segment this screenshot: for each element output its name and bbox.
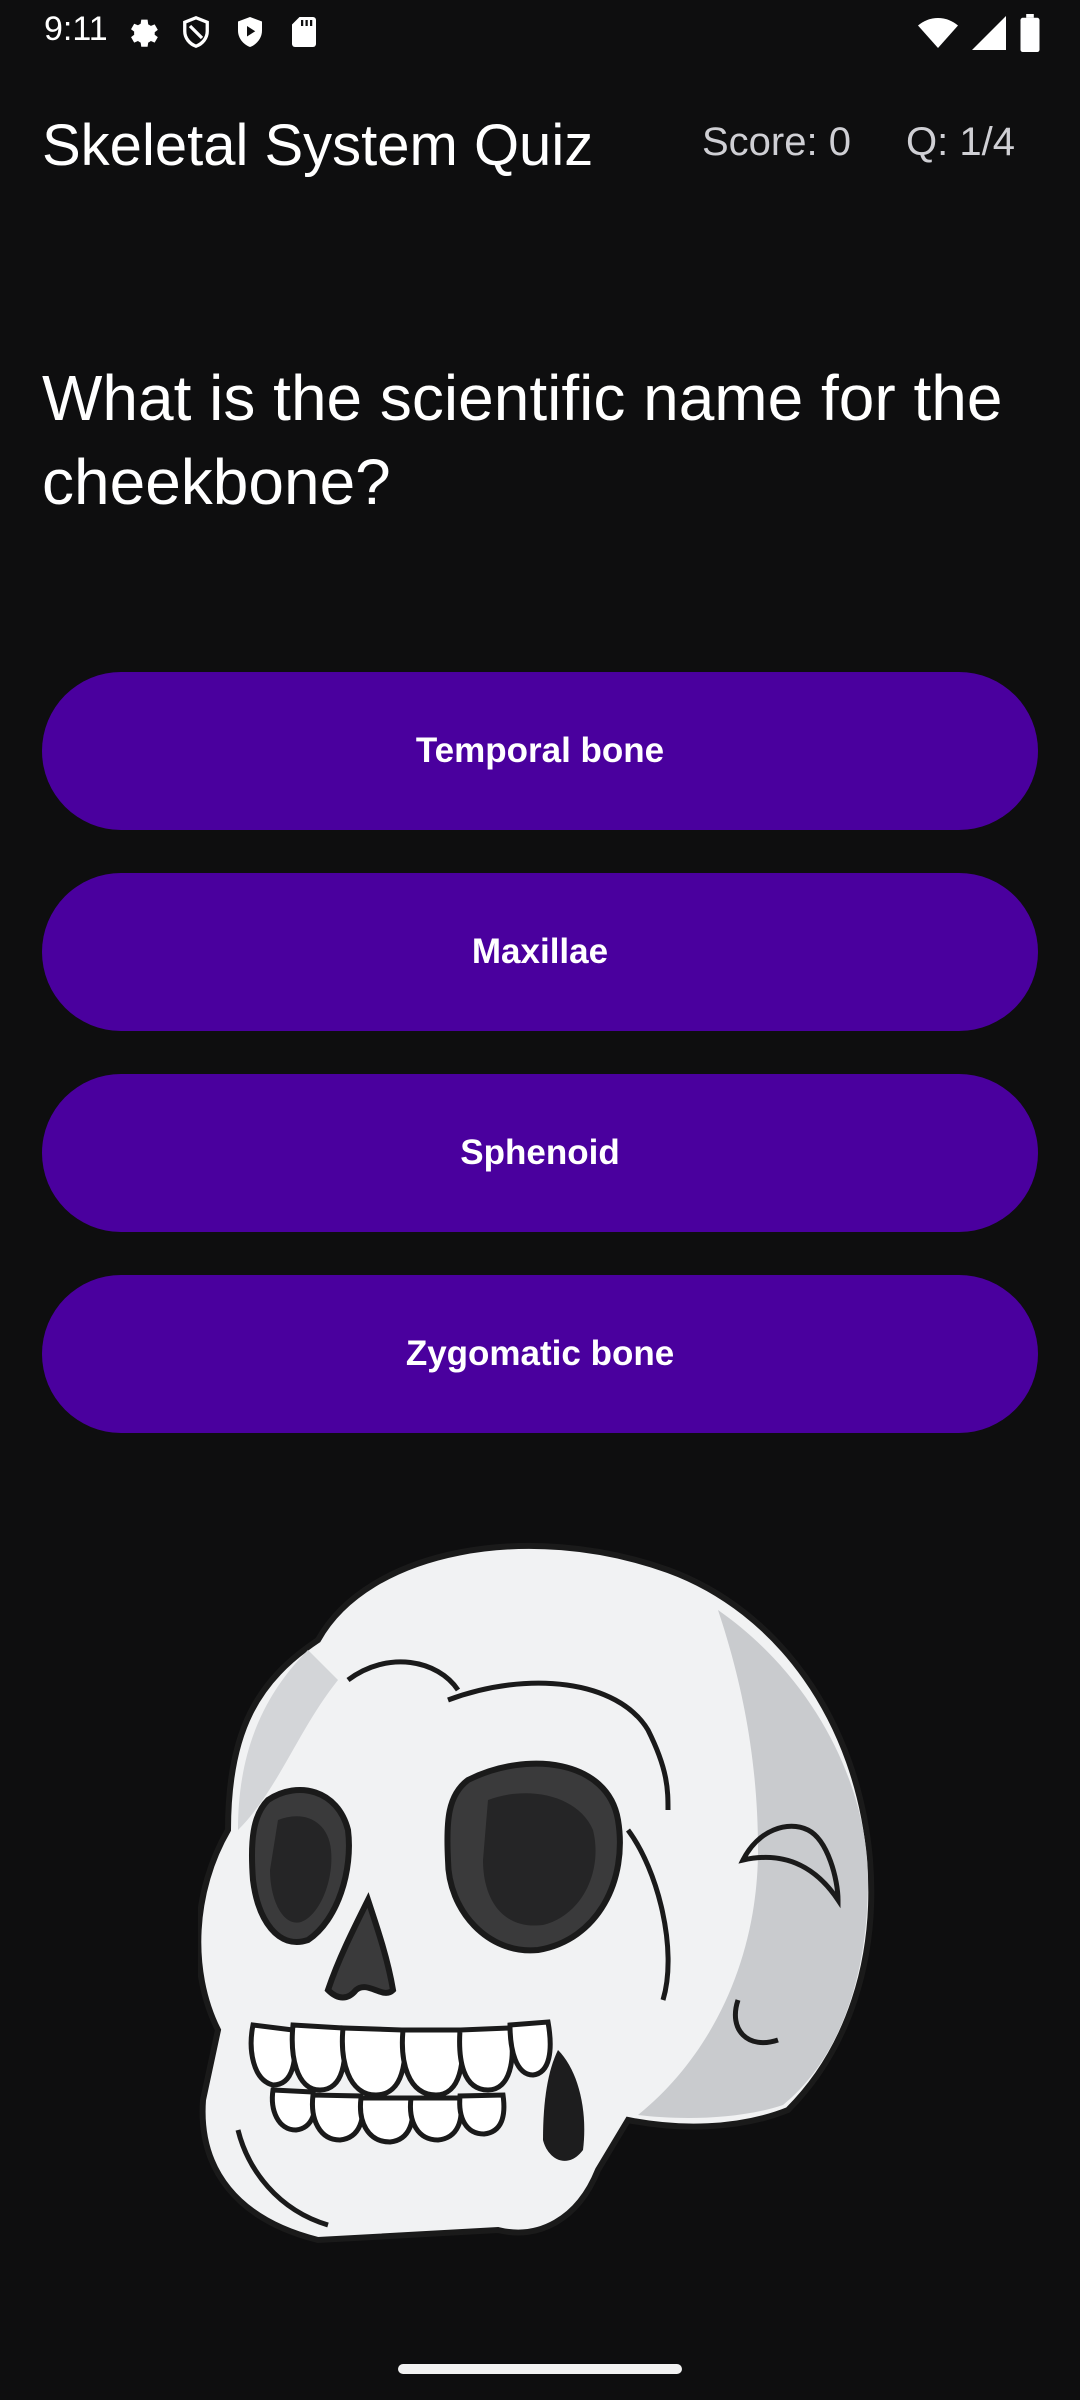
battery-icon xyxy=(1020,14,1040,57)
score-label: Score: 0 xyxy=(702,120,851,164)
answer-list: Temporal bone Maxillae Sphenoid Zygomati… xyxy=(42,672,1038,1476)
skull-illustration xyxy=(195,1530,888,2250)
shield-icon xyxy=(178,14,214,50)
play-shield-icon xyxy=(232,14,268,50)
wifi-icon xyxy=(918,15,958,56)
app-title: Skeletal System Quiz xyxy=(42,113,594,178)
gear-icon xyxy=(124,14,160,50)
sd-card-icon xyxy=(286,14,322,50)
answer-button-sphenoid[interactable]: Sphenoid xyxy=(42,1074,1038,1232)
status-icons-left xyxy=(124,14,322,50)
question-counter: Q: 1/4 xyxy=(906,120,1015,164)
status-bar: 9:11 xyxy=(0,0,1080,64)
signal-icon xyxy=(972,15,1006,56)
status-icons-right xyxy=(918,14,1040,57)
question-text: What is the scientific name for the chee… xyxy=(42,362,1003,518)
answer-button-maxillae[interactable]: Maxillae xyxy=(42,873,1038,1031)
gesture-navigation-bar[interactable] xyxy=(398,2364,682,2374)
answer-button-temporal-bone[interactable]: Temporal bone xyxy=(42,672,1038,830)
status-time: 9:11 xyxy=(44,10,108,48)
answer-button-zygomatic-bone[interactable]: Zygomatic bone xyxy=(42,1275,1038,1433)
